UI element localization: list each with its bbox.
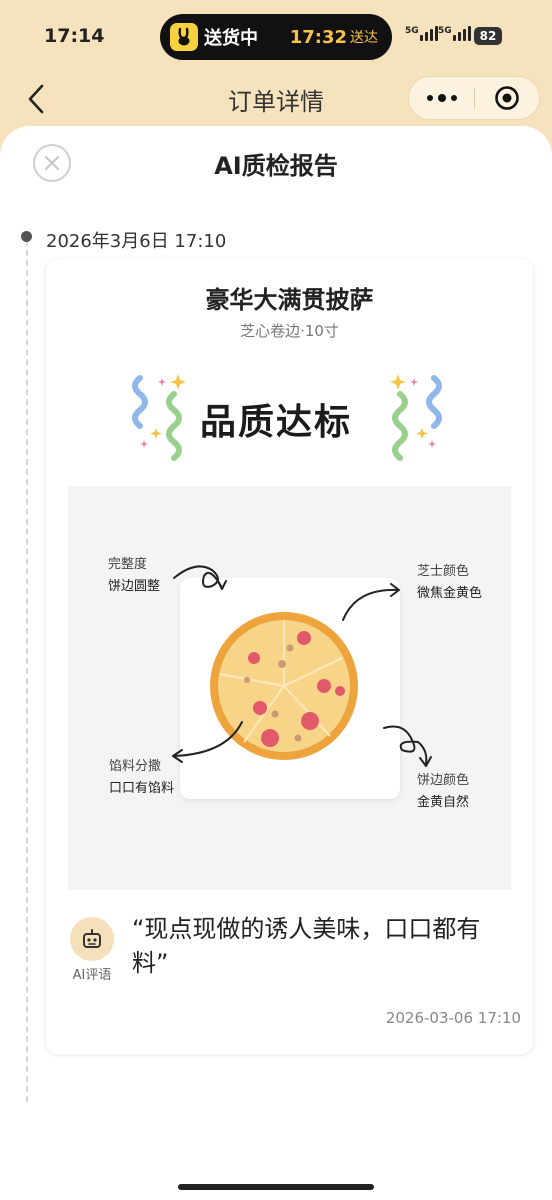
battery-icon: 82 bbox=[474, 27, 502, 45]
pizza-icon bbox=[210, 612, 358, 760]
annotation-value: 金黄自然 bbox=[417, 795, 470, 810]
signal-icon: 5G bbox=[438, 26, 471, 41]
annotation-label: 饼边颜色 bbox=[417, 773, 470, 788]
network-type: 5G bbox=[438, 26, 452, 36]
live-activity-pill[interactable]: 送货中 17:32 送达 bbox=[160, 14, 392, 60]
annotation-value: 饼边圆整 bbox=[108, 579, 161, 594]
timeline-dot bbox=[21, 231, 32, 242]
pizza-image-frame bbox=[180, 578, 400, 799]
annotation-cheese-color: 芝士颜色 微焦金黄色 bbox=[417, 561, 482, 605]
annotation-crust-color: 饼边颜色 金黄自然 bbox=[417, 770, 469, 814]
annotation-integrity: 完整度 饼边圆整 bbox=[108, 554, 160, 598]
confetti-left-icon bbox=[132, 374, 186, 461]
more-button[interactable] bbox=[409, 76, 474, 120]
annotation-label: 馅料分撒 bbox=[109, 759, 162, 774]
eta-time: 17:32 bbox=[289, 26, 347, 48]
delivery-app-logo-icon bbox=[170, 23, 198, 51]
product-name: 豪华大满贯披萨 bbox=[205, 286, 374, 314]
status-time: 17:14 bbox=[44, 25, 105, 47]
timeline-date: 2026年3月6日 17:10 bbox=[46, 231, 227, 252]
status-bar: 17:14 送货中 17:32 送达 5G 5G 82 bbox=[0, 0, 552, 76]
confetti-right-icon bbox=[390, 374, 442, 461]
eta-label: 送达 bbox=[350, 30, 378, 46]
ai-label: AI评语 bbox=[72, 968, 112, 983]
mini-program-capsule bbox=[408, 76, 540, 120]
delivery-status: 送货中 bbox=[204, 28, 258, 49]
more-dots-icon bbox=[426, 95, 433, 101]
annotation-value: 口口有馅料 bbox=[109, 781, 175, 796]
report-timestamp: 2026-03-06 17:10 bbox=[385, 1009, 521, 1027]
annotation-value: 微焦金黄色 bbox=[417, 586, 483, 601]
product-spec: 芝心卷边·10寸 bbox=[240, 322, 339, 340]
exit-button[interactable] bbox=[475, 76, 539, 120]
sheet-title: AI质检报告 bbox=[214, 152, 338, 180]
target-icon bbox=[495, 86, 519, 110]
annotation-label: 芝士颜色 bbox=[417, 564, 470, 579]
timeline-line bbox=[26, 240, 28, 1102]
ai-comment: “现点现做的诱人美味，口口都有料” bbox=[132, 915, 481, 977]
home-indicator bbox=[178, 1184, 374, 1190]
annotation-label: 完整度 bbox=[108, 557, 148, 572]
signal-icon: 5G bbox=[405, 26, 438, 41]
network-type: 5G bbox=[405, 26, 419, 36]
ai-avatar bbox=[70, 917, 114, 961]
robot-icon bbox=[83, 929, 101, 948]
quality-result: 品质达标 bbox=[199, 402, 352, 443]
annotation-topping: 馅料分撒 口口有馅料 bbox=[109, 756, 174, 800]
